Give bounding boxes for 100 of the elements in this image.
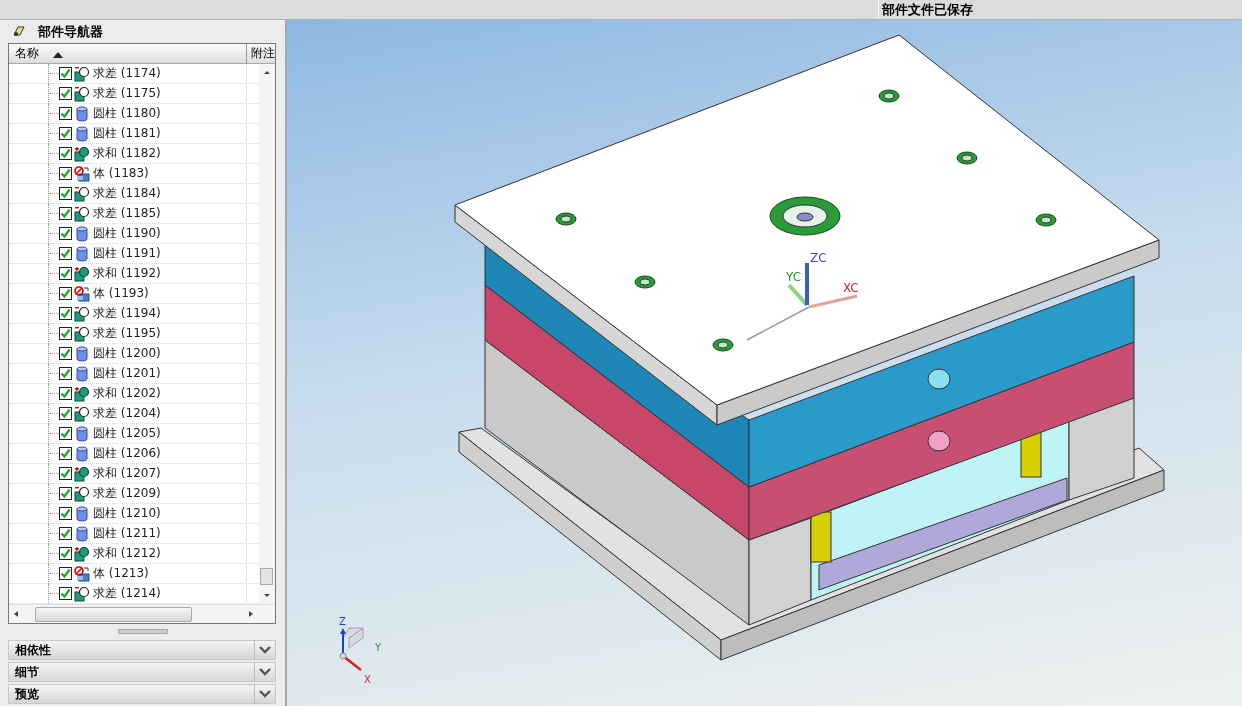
section-header[interactable]: 细节 [8, 662, 276, 682]
feature-label[interactable]: 体 (1183) [93, 165, 149, 183]
column-header[interactable]: 名称 [9, 44, 247, 64]
visibility-checkbox[interactable] [59, 387, 72, 401]
visibility-checkbox[interactable] [59, 547, 72, 561]
visibility-checkbox[interactable] [59, 87, 72, 101]
feature-label[interactable]: 求差 (1194) [93, 305, 161, 323]
feature-label[interactable]: 体 (1193) [93, 285, 149, 303]
tree-row[interactable]: 圆柱 (1206) [9, 444, 259, 465]
feature-label[interactable]: 求差 (1209) [93, 485, 161, 503]
tree-row[interactable]: 圆柱 (1210) [9, 504, 259, 525]
feature-label[interactable]: 圆柱 (1201) [93, 365, 161, 383]
cylinder-icon [74, 425, 90, 442]
tree-row[interactable]: 圆柱 (1205) [9, 424, 259, 445]
visibility-checkbox[interactable] [59, 507, 72, 521]
scrollbar-thumb[interactable] [35, 606, 192, 622]
feature-label[interactable]: 求和 (1182) [93, 145, 161, 163]
tree-row[interactable]: 求差 (1204) [9, 404, 259, 425]
visibility-checkbox[interactable] [59, 467, 72, 481]
tree-row[interactable]: 圆柱 (1200) [9, 344, 259, 365]
visibility-checkbox[interactable] [59, 287, 72, 301]
cylinder-icon [74, 345, 90, 362]
feature-label[interactable]: 求差 (1185) [93, 205, 161, 223]
cylinder-icon [74, 365, 90, 382]
tree-row[interactable]: 求差 (1214) [9, 584, 259, 605]
column-header[interactable]: 附注 [247, 45, 275, 63]
feature-label[interactable]: 求差 (1175) [93, 85, 161, 103]
visibility-checkbox[interactable] [59, 187, 72, 201]
feature-label[interactable]: 求差 (1174) [93, 65, 161, 83]
tree-row[interactable]: 圆柱 (1201) [9, 364, 259, 385]
tree-row[interactable]: 求和 (1202) [9, 384, 259, 405]
tree-row[interactable]: 求和 (1192) [9, 264, 259, 285]
visibility-checkbox[interactable] [59, 427, 72, 441]
axis-label: ZC [810, 251, 827, 265]
feature-label[interactable]: 圆柱 (1210) [93, 505, 161, 523]
feature-label[interactable]: 圆柱 (1211) [93, 525, 161, 543]
visibility-checkbox[interactable] [59, 407, 72, 421]
feature-label[interactable]: 求和 (1207) [93, 465, 161, 483]
visibility-checkbox[interactable] [59, 487, 72, 501]
visibility-checkbox[interactable] [59, 67, 72, 81]
feature-label[interactable]: 体 (1213) [93, 565, 149, 583]
tree-row[interactable]: 圆柱 (1191) [9, 244, 259, 265]
subtract-feature-icon [74, 65, 90, 82]
visibility-checkbox[interactable] [59, 247, 72, 261]
graphics-viewport[interactable]: XC YC ZC X Y Z [287, 20, 1242, 706]
tree-row[interactable]: 求差 (1194) [9, 304, 259, 325]
feature-label[interactable]: 圆柱 (1190) [93, 225, 161, 243]
tree-row[interactable]: 求差 (1184) [9, 184, 259, 205]
tree-row[interactable]: 圆柱 (1181) [9, 124, 259, 145]
unite-feature-icon [74, 385, 90, 402]
tree-row[interactable]: 圆柱 (1190) [9, 224, 259, 245]
feature-label[interactable]: 求差 (1214) [93, 585, 161, 603]
visibility-checkbox[interactable] [59, 527, 72, 541]
section-header[interactable]: 预览 [8, 684, 276, 704]
tree-row[interactable]: 求差 (1195) [9, 324, 259, 345]
visibility-checkbox[interactable] [59, 447, 72, 461]
visibility-checkbox[interactable] [59, 227, 72, 241]
visibility-checkbox[interactable] [59, 107, 72, 121]
feature-label[interactable]: 圆柱 (1206) [93, 445, 161, 463]
tree-row[interactable]: 圆柱 (1180) [9, 104, 259, 125]
feature-label[interactable]: 求和 (1202) [93, 385, 161, 403]
feature-label[interactable]: 求差 (1184) [93, 185, 161, 203]
vertical-scrollbar[interactable] [259, 64, 275, 605]
visibility-checkbox[interactable] [59, 347, 72, 361]
splitter-handle[interactable] [117, 629, 168, 634]
horizontal-scrollbar[interactable] [9, 604, 275, 624]
tree-row[interactable]: 圆柱 (1211) [9, 524, 259, 545]
visibility-checkbox[interactable] [59, 267, 72, 281]
feature-label[interactable]: 求和 (1212) [93, 545, 161, 563]
visibility-checkbox[interactable] [59, 567, 72, 581]
feature-label[interactable]: 圆柱 (1191) [93, 245, 161, 263]
section-header[interactable]: 相依性 [8, 640, 276, 660]
tree-row[interactable]: 体 (1193) [9, 284, 259, 305]
feature-label[interactable]: 圆柱 (1205) [93, 425, 161, 443]
tree-row[interactable]: 体 (1213) [9, 564, 259, 585]
visibility-checkbox[interactable] [59, 587, 72, 601]
visibility-checkbox[interactable] [59, 327, 72, 341]
visibility-checkbox[interactable] [59, 207, 72, 221]
visibility-checkbox[interactable] [59, 127, 72, 141]
visibility-checkbox[interactable] [59, 147, 72, 161]
tree-row[interactable]: 求差 (1175) [9, 84, 259, 105]
visibility-checkbox[interactable] [59, 367, 72, 381]
visibility-checkbox[interactable] [59, 307, 72, 321]
scrollbar-thumb[interactable] [260, 568, 273, 586]
feature-label[interactable]: 圆柱 (1200) [93, 345, 161, 363]
feature-label[interactable]: 圆柱 (1181) [93, 125, 161, 143]
tree-row[interactable]: 求差 (1185) [9, 204, 259, 225]
visibility-checkbox[interactable] [59, 167, 72, 181]
feature-label[interactable]: 求差 (1195) [93, 325, 161, 343]
cylinder-icon [74, 125, 90, 142]
tree-row[interactable]: 求和 (1182) [9, 144, 259, 165]
tree-row[interactable]: 求差 (1174) [9, 64, 259, 85]
scroll-up-icon[interactable] [263, 68, 271, 77]
feature-label[interactable]: 圆柱 (1180) [93, 105, 161, 123]
tree-row[interactable]: 求和 (1207) [9, 464, 259, 485]
tree-row[interactable]: 求和 (1212) [9, 544, 259, 565]
tree-row[interactable]: 求差 (1209) [9, 484, 259, 505]
feature-label[interactable]: 求和 (1192) [93, 265, 161, 283]
tree-row[interactable]: 体 (1183) [9, 164, 259, 185]
feature-label[interactable]: 求差 (1204) [93, 405, 161, 423]
